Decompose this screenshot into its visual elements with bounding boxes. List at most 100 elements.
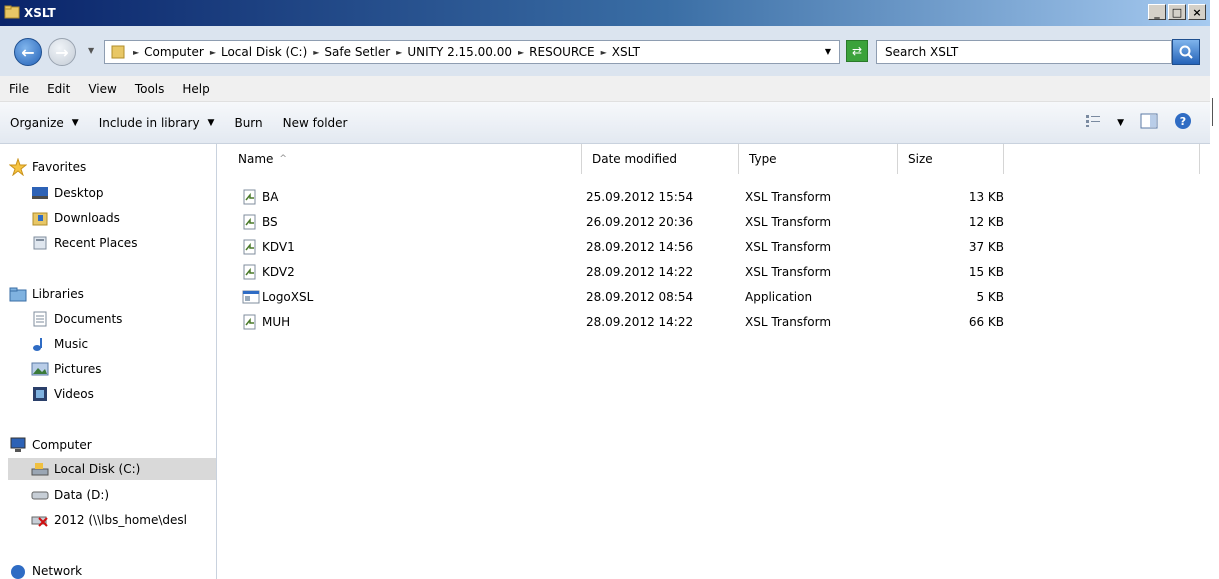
recent-pages-dropdown[interactable]: ▼	[88, 46, 94, 55]
breadcrumb-unity[interactable]: ► UNITY 2.15.00.00	[396, 45, 512, 59]
column-header-name[interactable]: Name ^	[228, 144, 582, 174]
menu-tools[interactable]: Tools	[126, 82, 174, 96]
file-size: 5 KB	[976, 289, 1004, 304]
address-row: ← → ▼ ► Computer ► Local Disk (C:) ► Safe S…	[0, 26, 1210, 76]
table-row[interactable]: LogoXSL 28.09.2012 08:54 Application 5 K…	[228, 284, 1200, 309]
breadcrumb-safe-setler[interactable]: ► Safe Setler	[313, 45, 390, 59]
breadcrumb-xslt[interactable]: ► XSLT	[601, 45, 640, 59]
search-button[interactable]	[1172, 39, 1200, 65]
close-button[interactable]: ×	[1188, 4, 1206, 20]
menu-file[interactable]: File	[0, 82, 38, 96]
arrow-left-icon: ←	[21, 42, 35, 62]
menu-edit[interactable]: Edit	[38, 82, 79, 96]
local-disk-icon	[30, 461, 50, 477]
window-edge-line	[1212, 98, 1213, 126]
maximize-button[interactable]: □	[1168, 4, 1186, 20]
back-button[interactable]: ←	[14, 38, 42, 66]
minimize-button[interactable]: _	[1148, 4, 1166, 20]
folder-icon	[111, 43, 125, 62]
file-type: XSL Transform	[745, 214, 832, 229]
column-header-date[interactable]: Date modified	[582, 144, 739, 174]
nav-libraries[interactable]: Libraries	[8, 283, 84, 305]
column-header-size[interactable]: Size	[898, 144, 1004, 174]
view-options-icon[interactable]	[1085, 114, 1101, 131]
window-edge	[1210, 0, 1219, 579]
file-name: KDV1	[262, 239, 295, 254]
chevron-right-icon: ►	[600, 47, 607, 57]
table-row[interactable]: KDV2 28.09.2012 14:22 XSL Transform 15 K…	[228, 259, 1200, 284]
menu-bar: File Edit View Tools Help	[0, 76, 1210, 102]
file-size: 66 KB	[968, 314, 1004, 329]
nav-computer[interactable]: Computer	[8, 434, 92, 456]
nav-local-disk[interactable]: Local Disk (C:)	[8, 458, 216, 480]
address-dropdown[interactable]: ▼	[825, 47, 831, 56]
file-type: XSL Transform	[745, 314, 832, 329]
nav-network-drive[interactable]: 2012 (\\lbs_home\desl	[30, 509, 187, 531]
svg-text:?: ?	[1180, 115, 1186, 128]
nav-recent-places[interactable]: Recent Places	[30, 232, 137, 254]
column-header-type[interactable]: Type	[739, 144, 898, 174]
nav-favorites[interactable]: Favorites	[8, 156, 86, 178]
nav-network[interactable]: Network	[8, 560, 82, 579]
address-bar[interactable]: ► Computer ► Local Disk (C:) ► Safe Setler …	[104, 40, 840, 64]
chevron-down-icon: ▼	[71, 117, 79, 128]
nav-documents[interactable]: Documents	[30, 308, 122, 330]
breadcrumb-computer[interactable]: ► Computer	[133, 45, 204, 59]
libraries-icon	[8, 286, 28, 302]
file-size: 13 KB	[968, 189, 1004, 204]
include-in-library-button[interactable]: Include in library ▼	[89, 116, 225, 130]
xsl-file-icon	[242, 264, 260, 280]
nav-videos[interactable]: Videos	[30, 383, 94, 405]
forward-button[interactable]: →	[48, 38, 76, 66]
nav-downloads[interactable]: Downloads	[30, 207, 120, 229]
chevron-right-icon: ►	[518, 47, 525, 57]
breadcrumb-resource[interactable]: ► RESOURCE	[518, 45, 595, 59]
table-row[interactable]: KDV1 28.09.2012 14:56 XSL Transform 37 K…	[228, 234, 1200, 259]
help-icon[interactable]: ?	[1174, 112, 1192, 133]
file-date: 28.09.2012 14:22	[586, 264, 694, 279]
file-name: BA	[262, 189, 279, 204]
refresh-icon: ⇄	[851, 44, 863, 58]
folder-icon	[4, 4, 20, 23]
new-folder-button[interactable]: New folder	[273, 116, 358, 130]
file-list: Name ^ Date modified Type Size BA 25.09.…	[218, 144, 1210, 579]
search-input[interactable]: Search XSLT	[876, 40, 1172, 64]
pictures-icon	[30, 361, 50, 377]
menu-help[interactable]: Help	[173, 82, 218, 96]
file-date: 28.09.2012 14:56	[586, 239, 694, 254]
nav-data-disk[interactable]: Data (D:)	[30, 484, 109, 506]
nav-music[interactable]: Music	[30, 333, 88, 355]
preview-pane-icon[interactable]	[1140, 113, 1158, 132]
table-row[interactable]: MUH 28.09.2012 14:22 XSL Transform 66 KB	[228, 309, 1200, 334]
star-icon	[8, 158, 28, 176]
nav-desktop[interactable]: Desktop	[30, 182, 104, 204]
title-bar: XSLT _ □ ×	[0, 0, 1210, 26]
videos-icon	[30, 386, 50, 402]
file-name: KDV2	[262, 264, 295, 279]
command-bar: Organize ▼ Include in library ▼ Burn New f…	[0, 102, 1210, 144]
desktop-icon	[30, 185, 50, 201]
recent-places-icon	[30, 235, 50, 251]
view-dropdown-icon[interactable]: ▼	[1117, 118, 1124, 128]
menu-view[interactable]: View	[79, 82, 125, 96]
refresh-button[interactable]: ⇄	[846, 40, 868, 62]
music-icon	[30, 336, 50, 352]
column-header-blank	[1004, 144, 1200, 174]
network-icon	[8, 563, 28, 579]
sort-ascending-icon: ^	[279, 154, 287, 164]
organize-button[interactable]: Organize ▼	[0, 116, 89, 130]
chevron-down-icon: ▼	[207, 117, 215, 128]
breadcrumb-local-disk[interactable]: ► Local Disk (C:)	[210, 45, 307, 59]
drive-icon	[30, 487, 50, 503]
chevron-right-icon: ►	[396, 47, 403, 57]
downloads-folder-icon	[30, 210, 50, 226]
search-icon	[1179, 45, 1193, 59]
file-size: 15 KB	[968, 264, 1004, 279]
burn-button[interactable]: Burn	[224, 116, 272, 130]
xsl-file-icon	[242, 214, 260, 230]
table-row[interactable]: BS 26.09.2012 20:36 XSL Transform 12 KB	[228, 209, 1200, 234]
disconnected-drive-icon	[30, 512, 50, 528]
table-row[interactable]: BA 25.09.2012 15:54 XSL Transform 13 KB	[228, 184, 1200, 209]
documents-icon	[30, 311, 50, 327]
nav-pictures[interactable]: Pictures	[30, 358, 102, 380]
